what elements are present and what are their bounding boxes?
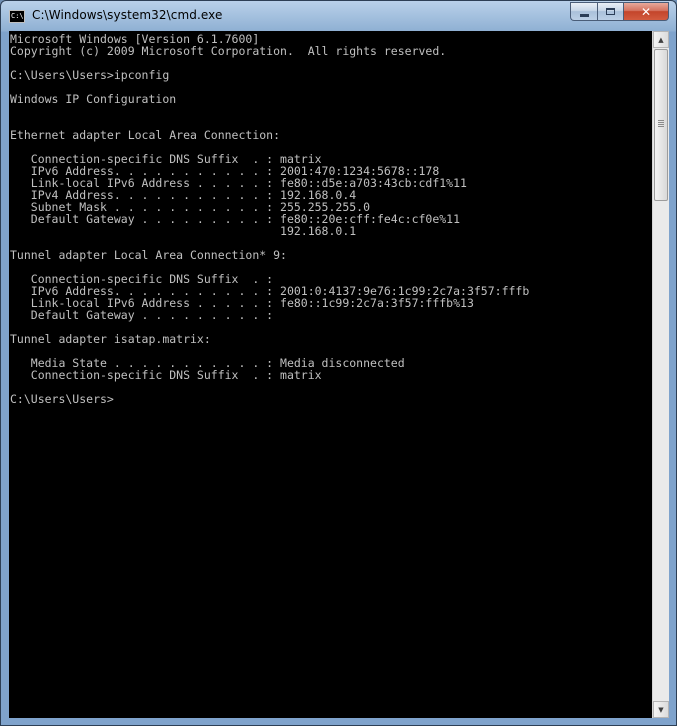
console-line: Windows IP Configuration: [10, 92, 177, 106]
cmd-window: C:\ C:\Windows\system32\cmd.exe ✕ Micros…: [0, 0, 677, 726]
console-text: Microsoft Windows [Version 6.1.7600] Cop…: [9, 31, 652, 405]
console-line: 192.168.0.1: [10, 224, 357, 238]
caption-buttons: ✕: [570, 2, 669, 21]
scroll-up-button[interactable]: ▲: [653, 31, 669, 48]
maximize-icon: [606, 8, 615, 15]
scroll-thumb[interactable]: [654, 49, 668, 201]
console-line: Copyright (c) 2009 Microsoft Corporation…: [10, 44, 447, 58]
console-line: Ethernet adapter Local Area Connection:: [10, 128, 281, 142]
vertical-scrollbar[interactable]: ▲ ▼: [652, 31, 669, 718]
console-line: Default Gateway . . . . . . . . . :: [10, 308, 274, 322]
console-line: Tunnel adapter isatap.matrix:: [10, 332, 211, 346]
console-line: C:\Users\Users>ipconfig: [10, 68, 170, 82]
title-bar[interactable]: C:\ C:\Windows\system32\cmd.exe ✕: [1, 1, 676, 31]
console-line: Tunnel adapter Local Area Connection* 9:: [10, 248, 287, 262]
maximize-button[interactable]: [597, 2, 624, 21]
arrow-down-icon: ▼: [658, 705, 664, 714]
minimize-icon: [579, 13, 589, 17]
grip-icon: [658, 120, 664, 128]
console-output[interactable]: Microsoft Windows [Version 6.1.7600] Cop…: [9, 31, 652, 718]
minimize-button[interactable]: [570, 2, 597, 21]
console-line: C:\Users\Users>: [10, 392, 114, 406]
arrow-up-icon: ▲: [658, 35, 664, 44]
close-icon: ✕: [640, 4, 652, 19]
window-title: C:\Windows\system32\cmd.exe: [32, 8, 223, 22]
scroll-down-button[interactable]: ▼: [653, 701, 669, 718]
cmd-console-icon[interactable]: C:\: [9, 10, 25, 23]
console-line: Connection-specific DNS Suffix . : matri…: [10, 368, 322, 382]
close-button[interactable]: ✕: [624, 2, 669, 21]
